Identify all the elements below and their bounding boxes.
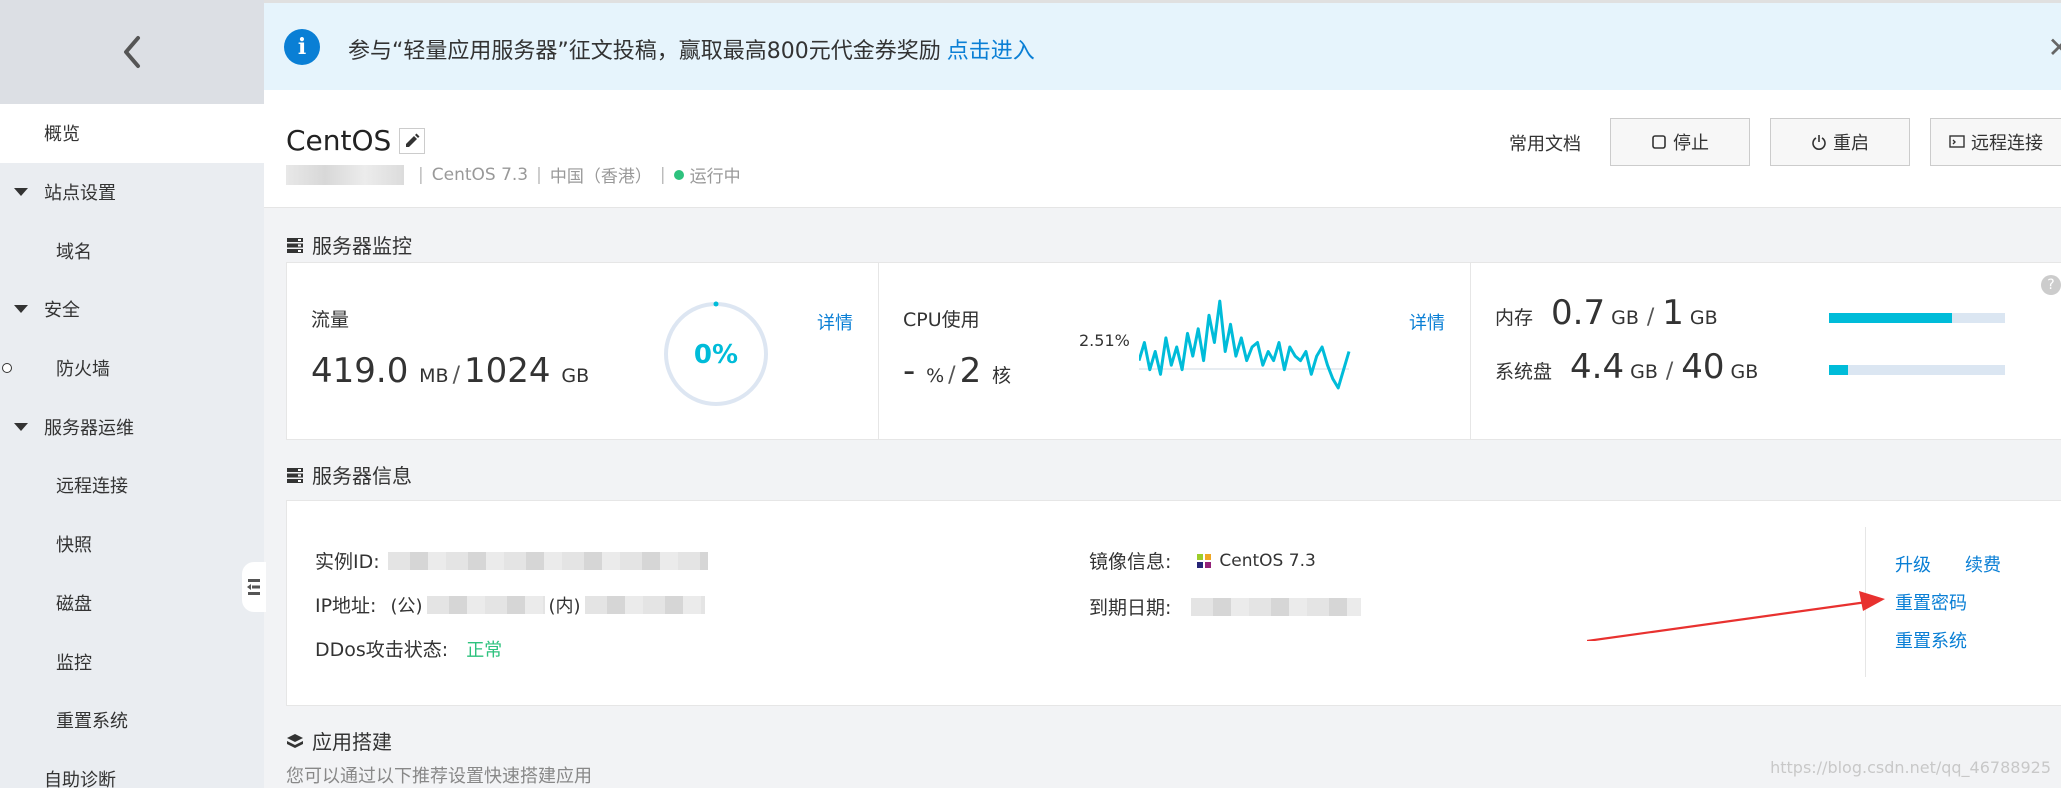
close-icon[interactable]: ✕ (2048, 31, 2061, 64)
cpu-chart (1139, 299, 1351, 390)
info-section-title: 服务器信息 (286, 460, 412, 489)
traffic-value: 419.0 MB/1024 GB (311, 351, 590, 391)
caret-down-icon (14, 188, 28, 197)
memory-bar-fill (1829, 313, 1953, 323)
instance-region: 中国（香港） (549, 167, 652, 187)
monitor-section-title: 服务器监控 (286, 230, 412, 259)
disk-bar (1829, 365, 2005, 375)
cpu-label: CPU使用 (903, 309, 980, 331)
sidebar-item-self-diagnosis[interactable]: 自助诊断 (0, 750, 264, 788)
sidebar-item-security[interactable]: 安全 (0, 280, 264, 339)
banner-link[interactable]: 点击进入 (947, 39, 1035, 64)
redacted-ip (286, 164, 404, 185)
sidebar-item-monitor[interactable]: 监控 (0, 632, 264, 691)
traffic-percent: 0% (694, 340, 738, 370)
stop-button[interactable]: 停止 (1610, 118, 1750, 166)
sidebar-item-snapshot[interactable]: 快照 (0, 515, 264, 574)
instance-meta: | CentOS 7.3 | 中国（香港） | 运行中 (286, 162, 741, 187)
collapse-sidebar-handle[interactable] (242, 562, 266, 612)
server-icon (287, 467, 303, 483)
deploy-section-title: 应用搭建 (286, 726, 392, 755)
stop-icon (1652, 135, 1666, 149)
banner-text: 参与“轻量应用服务器”征文投稿，赢取最高800元代金券奖励 (348, 39, 941, 64)
sidebar-item-overview[interactable]: 概览 (0, 104, 264, 163)
ddos-row: DDos攻击状态: 正常 (315, 635, 502, 662)
centos-logo-icon (1197, 553, 1212, 568)
sidebar-item-server-ops[interactable]: 服务器运维 (0, 397, 264, 456)
remote-connect-button[interactable]: 远程连接 (1930, 118, 2061, 166)
back-button[interactable] (0, 0, 264, 104)
instance-status: 运行中 (689, 167, 741, 187)
redacted-expire-date (1191, 597, 1362, 616)
instance-title: CentOS (286, 124, 392, 157)
sidebar-item-site-settings[interactable]: 站点设置 (0, 163, 264, 222)
ddos-status: 正常 (466, 639, 503, 661)
server-icon (287, 237, 303, 253)
help-icon[interactable]: ? (2041, 275, 2061, 295)
redacted-private-ip (584, 595, 705, 614)
redacted-instance-id (387, 551, 708, 570)
instance-os: CentOS 7.3 (431, 164, 529, 185)
promo-banner: i 参与“轻量应用服务器”征文投稿，赢取最高800元代金券奖励 点击进入 ✕ (264, 0, 2061, 90)
terminal-icon (1949, 135, 1965, 148)
caret-down-icon (14, 305, 28, 314)
cpu-peak-label: 2.51% (1079, 331, 1130, 350)
instance-header: CentOS | CentOS 7.3 | 中国（香港） | 运行中 常用文档 … (264, 90, 2061, 208)
cpu-value: - %/2 核 (903, 351, 1012, 391)
upgrade-link[interactable]: 升级 (1895, 551, 1931, 577)
traffic-detail-link[interactable]: 详情 (817, 309, 853, 335)
watermark: https://blog.csdn.net/qq_46788925 (1770, 758, 2051, 777)
docs-link[interactable]: 常用文档 (1509, 130, 1581, 156)
power-icon (1812, 135, 1826, 150)
sidebar-item-firewall[interactable]: 防火墙 (0, 339, 264, 398)
edit-icon[interactable] (399, 127, 426, 154)
expire-row: 到期日期: (1089, 593, 1362, 620)
sidebar-item-reset-system[interactable]: 重置系统 (0, 691, 264, 750)
instance-id-row: 实例ID: (315, 547, 708, 574)
cpu-detail-link[interactable]: 详情 (1409, 309, 1445, 335)
menu-collapse-icon (247, 579, 260, 595)
sidebar-item-disk[interactable]: 磁盘 (0, 574, 264, 633)
annotation-arrow (1587, 591, 1885, 641)
cpu-panel: CPU使用 - %/2 核 2.51% 详情 (879, 263, 1471, 439)
cpu-series-line (1139, 299, 1351, 390)
info-icon: i (284, 29, 320, 65)
sidebar-item-remote[interactable]: 远程连接 (0, 456, 264, 515)
sidebar: 概览 站点设置 域名 安全 防火墙 服务器运维 远程连接 快照 磁盘 监控 重置… (0, 0, 266, 788)
caret-down-icon (14, 422, 28, 431)
memory-bar (1829, 313, 2005, 323)
cursor-dot-icon (2, 363, 12, 374)
redacted-public-ip (426, 595, 545, 614)
resource-panel: 内存 0.7 GB/1 GB 系统盘 4.4 GB/40 GB ? (1471, 263, 2061, 439)
disk-row: 系统盘 4.4 GB/40 GB (1495, 347, 1759, 387)
traffic-gauge: 0% (664, 301, 768, 406)
restart-button[interactable]: 重启 (1770, 118, 1910, 166)
renew-link[interactable]: 续费 (1965, 551, 2001, 577)
layers-icon (287, 733, 303, 748)
image-row: 镜像信息: CentOS 7.3 (1089, 550, 1316, 574)
sidebar-item-domain[interactable]: 域名 (0, 221, 264, 280)
info-panel: 实例ID: IP地址: (公) (内) DDos攻击状态: 正常 镜像信息: C… (286, 500, 2061, 706)
traffic-label: 流量 (311, 309, 350, 331)
main-content: i 参与“轻量应用服务器”征文投稿，赢取最高800元代金券奖励 点击进入 ✕ Ce… (264, 0, 2061, 788)
ip-row: IP地址: (公) (内) (315, 591, 705, 618)
memory-row: 内存 0.7 GB/1 GB (1495, 293, 1718, 333)
chevron-left-icon (124, 36, 140, 68)
deploy-subtitle: 您可以通过以下推荐设置快速搭建应用 (286, 766, 592, 787)
monitor-panel: 流量 419.0 MB/1024 GB 0% 详情 CPU使用 - %/2 核 … (286, 262, 2061, 440)
traffic-panel: 流量 419.0 MB/1024 GB 0% 详情 (287, 263, 879, 439)
disk-bar-fill (1829, 365, 1849, 375)
sidebar-menu: 概览 站点设置 域名 安全 防火墙 服务器运维 远程连接 快照 磁盘 监控 重置… (0, 104, 264, 788)
status-dot-icon (673, 169, 684, 180)
